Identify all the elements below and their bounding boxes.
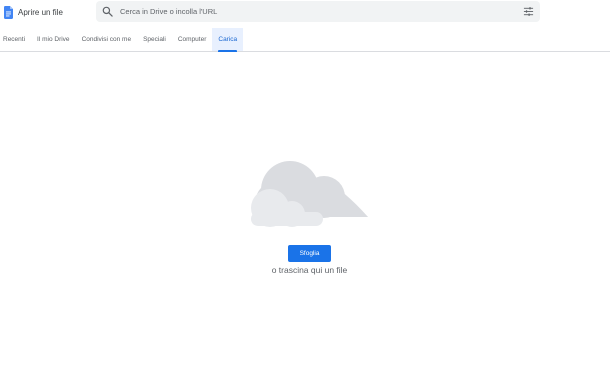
tab-recenti[interactable]: Recenti xyxy=(0,28,31,51)
tune-icon[interactable] xyxy=(523,6,534,17)
tab-il-mio-drive[interactable]: Il mio Drive xyxy=(31,28,76,51)
docs-file-icon xyxy=(4,5,13,19)
tab-speciali[interactable]: Speciali xyxy=(137,28,172,51)
tab-carica[interactable]: Carica xyxy=(212,28,244,52)
tab-bar: Recenti Il mio Drive Condivisi con me Sp… xyxy=(0,28,610,52)
file-picker-dialog: Aprire un file Recenti Il mio Drive Cond… xyxy=(0,0,610,375)
search-bar[interactable] xyxy=(96,1,540,22)
browse-button[interactable]: Sfoglia xyxy=(288,245,331,262)
drop-zone-text: o trascina qui un file xyxy=(271,265,348,275)
tab-condivisi-con-me[interactable]: Condivisi con me xyxy=(76,28,138,51)
tab-computer[interactable]: Computer xyxy=(172,28,213,51)
app-title-group: Aprire un file xyxy=(4,4,63,20)
dialog-title: Aprire un file xyxy=(18,7,63,17)
picker-header: Aprire un file xyxy=(0,0,610,24)
search-input[interactable] xyxy=(120,4,500,19)
search-icon[interactable] xyxy=(102,6,113,17)
cloud-icon xyxy=(251,161,368,227)
